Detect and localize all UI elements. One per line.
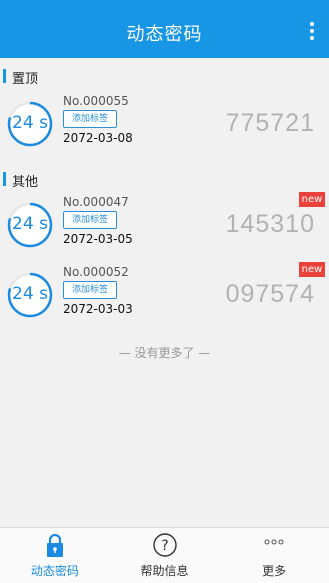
otp-code: 145310 (225, 210, 315, 238)
section-accent-bar (3, 172, 6, 186)
tab-label: 更多 (262, 564, 287, 578)
page-title: 动态密码 (126, 24, 203, 45)
token-number: No.000047 (63, 195, 129, 209)
lock-icon (46, 533, 63, 557)
token-item[interactable]: 24 s No.000055 添加标签 2072-03-08 775721 (0, 94, 329, 164)
new-badge: new (299, 192, 325, 207)
tab-label: 动态密码 (30, 564, 79, 578)
add-tag-button[interactable]: 添加标签 (63, 110, 117, 128)
bottom-tab-bar: 动态密码 ? 帮助信息 更多 (0, 527, 329, 583)
token-date: 2072-03-03 (63, 302, 133, 316)
token-item[interactable]: 24 s No.000047 添加标签 2072-03-05 new 14531… (0, 192, 329, 265)
countdown-seconds: 24 s (12, 284, 48, 304)
token-number: No.000055 (63, 94, 129, 108)
countdown-seconds: 24 s (12, 113, 48, 133)
section-header-others: 其他 (0, 171, 329, 190)
add-tag-button[interactable]: 添加标签 (63, 211, 117, 229)
otp-code: 097574 (225, 280, 315, 308)
countdown-timer: 24 s (6, 271, 54, 319)
token-date: 2072-03-08 (63, 131, 133, 145)
new-badge: new (299, 262, 325, 277)
section-label: 置顶 (12, 72, 39, 87)
tab-label: 帮助信息 (140, 564, 189, 578)
token-number: No.000052 (63, 265, 129, 279)
add-tag-button[interactable]: 添加标签 (63, 281, 117, 299)
more-horiz-icon (264, 539, 284, 545)
tab-dynamic-password[interactable]: 动态密码 (0, 528, 110, 583)
tab-help[interactable]: ? 帮助信息 (110, 528, 220, 583)
svg-text:?: ? (161, 538, 168, 554)
section-header-pinned: 置顶 (0, 68, 329, 87)
tab-more[interactable]: 更多 (219, 528, 329, 583)
countdown-timer: 24 s (6, 201, 54, 249)
token-item[interactable]: 24 s No.000052 添加标签 2072-03-03 new 09757… (0, 262, 329, 335)
otp-code: 775721 (225, 109, 315, 137)
more-vert-icon[interactable] (305, 22, 319, 40)
question-circle-icon: ? (152, 533, 177, 557)
section-label: 其他 (12, 175, 39, 190)
no-more-note: — 没有更多了 — (118, 346, 211, 360)
token-date: 2072-03-05 (63, 232, 133, 246)
countdown-timer: 24 s (6, 100, 54, 148)
app-bar: 动态密码 (0, 0, 329, 58)
countdown-seconds: 24 s (12, 214, 48, 234)
section-accent-bar (3, 69, 6, 83)
